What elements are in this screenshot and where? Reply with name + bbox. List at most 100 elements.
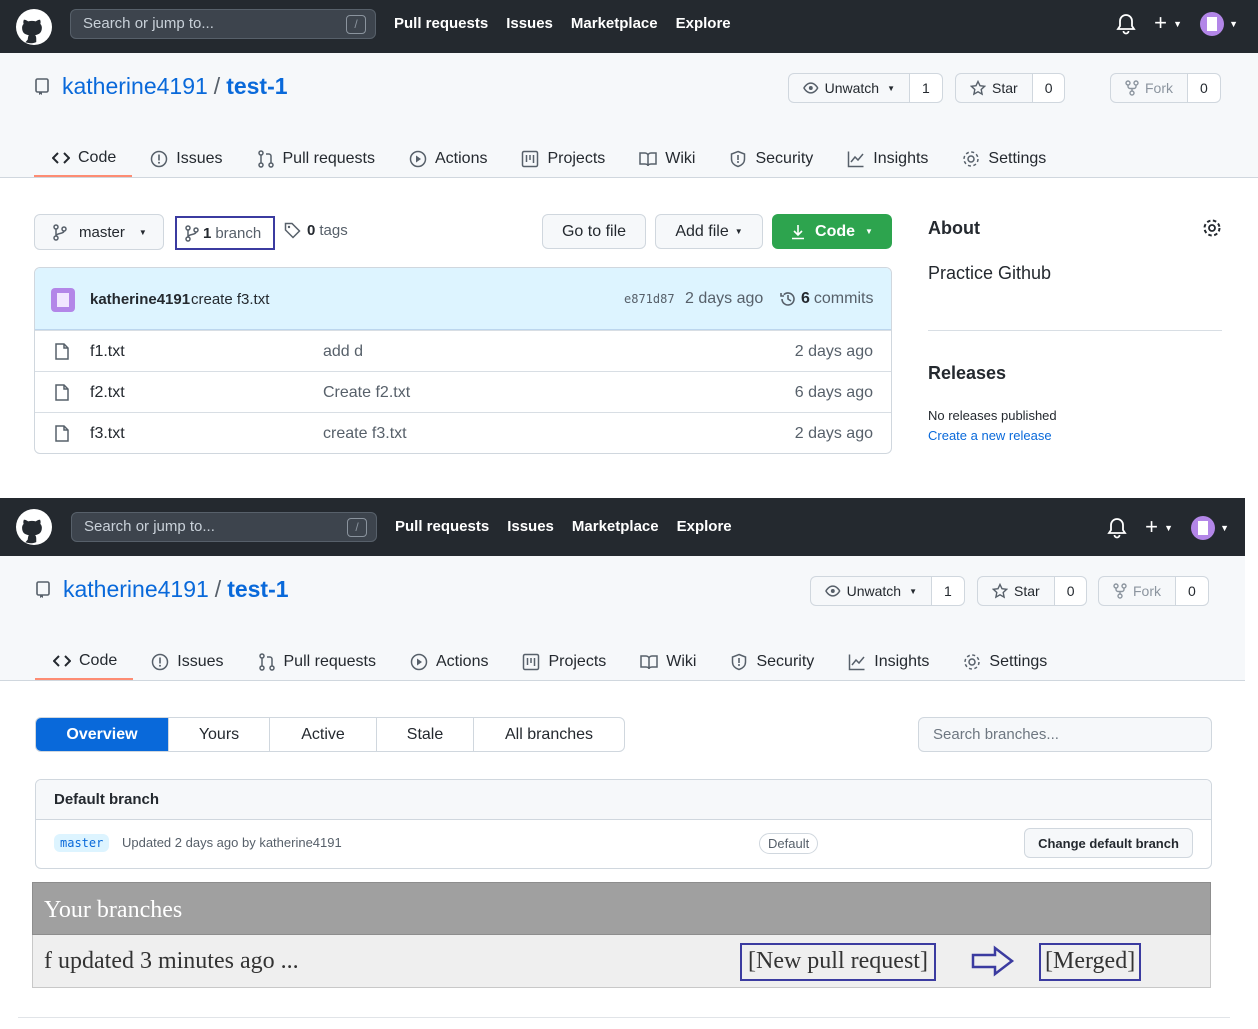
repo-name-link[interactable]: test-1 [226, 73, 287, 100]
tab-pull-requests[interactable]: Pull requests [239, 141, 392, 177]
subnav-yours[interactable]: Yours [168, 718, 269, 751]
no-releases-text: No releases published [928, 408, 1057, 423]
commit-count: 6 [801, 290, 810, 307]
nav-marketplace[interactable]: Marketplace [572, 518, 659, 535]
new-pull-request-button[interactable]: [New pull request] [740, 943, 936, 981]
releases-heading[interactable]: Releases [928, 363, 1006, 384]
chevron-down-icon[interactable]: ▼ [1229, 19, 1238, 29]
avatar[interactable] [1191, 516, 1216, 540]
tab-security[interactable]: Security [711, 141, 829, 177]
nav-pull-requests[interactable]: Pull requests [395, 518, 489, 535]
unwatch-button[interactable]: Unwatch ▼ [788, 73, 910, 103]
branch-select-button[interactable]: master ▼ [34, 214, 164, 250]
nav-issues[interactable]: Issues [507, 518, 554, 535]
fork-button[interactable]: Fork [1110, 73, 1188, 103]
tab-wiki[interactable]: Wiki [621, 141, 711, 177]
add-file-button[interactable]: Add file ▼ [655, 214, 763, 249]
chevron-down-icon: ▼ [909, 586, 917, 596]
gear-icon[interactable] [1202, 218, 1222, 238]
default-branch-box: Default branch master Updated 2 days ago… [35, 779, 1212, 869]
tab-projects[interactable]: Projects [504, 644, 622, 680]
tab-issues[interactable]: Issues [133, 644, 239, 680]
subnav-active[interactable]: Active [269, 718, 376, 751]
bell-icon[interactable] [1116, 13, 1136, 35]
commits-link[interactable]: 6 commits [779, 290, 873, 308]
commit-author[interactable]: katherine4191 [90, 291, 190, 308]
create-release-link[interactable]: Create a new release [928, 428, 1052, 443]
tab-issues[interactable]: Issues [132, 141, 238, 177]
file-commit-message[interactable]: Create f2.txt [323, 384, 410, 402]
plus-icon[interactable]: + ▼ [1145, 516, 1173, 539]
nav-pull-requests[interactable]: Pull requests [394, 15, 488, 32]
file-name[interactable]: f1.txt [90, 343, 125, 361]
branches-link[interactable]: 1 branch [175, 216, 275, 250]
nav-marketplace[interactable]: Marketplace [571, 15, 658, 32]
repo-name-link[interactable]: test-1 [227, 576, 288, 603]
issue-icon [151, 150, 168, 168]
tab-insights[interactable]: Insights [830, 644, 945, 680]
code-dropdown-button[interactable]: Code ▼ [772, 214, 892, 249]
tab-insights-label: Insights [874, 653, 930, 670]
change-default-branch-button[interactable]: Change default branch [1024, 828, 1193, 858]
download-icon [792, 224, 805, 239]
unwatch-button[interactable]: Unwatch ▼ [810, 576, 932, 606]
search-input[interactable]: Search or jump to... / [70, 9, 376, 39]
star-count[interactable]: 0 [1032, 73, 1066, 103]
file-commit-message[interactable]: create f3.txt [323, 425, 407, 443]
fork-count[interactable]: 0 [1188, 73, 1221, 103]
nav-issues[interactable]: Issues [506, 15, 553, 32]
github-logo-icon[interactable] [16, 9, 52, 45]
tab-security[interactable]: Security [712, 644, 830, 680]
bell-icon[interactable] [1107, 517, 1127, 539]
star-button[interactable]: Star [955, 73, 1033, 103]
search-placeholder: Search or jump to... [83, 15, 214, 32]
merged-status: [Merged] [1039, 943, 1142, 981]
watch-count[interactable]: 1 [932, 576, 965, 606]
fork-button[interactable]: Fork [1098, 576, 1176, 606]
branch-search-input[interactable]: Search branches... [918, 717, 1212, 752]
avatar[interactable] [1200, 12, 1225, 36]
tab-settings[interactable]: Settings [945, 644, 1063, 680]
tab-settings[interactable]: Settings [944, 141, 1062, 177]
plus-icon[interactable]: + ▼ [1154, 12, 1182, 35]
star-button[interactable]: Star [977, 576, 1055, 606]
header-actions: + ▼ ▼ [1107, 516, 1229, 540]
tab-actions[interactable]: Actions [392, 644, 504, 680]
file-commit-message[interactable]: add d [323, 343, 363, 361]
tab-actions[interactable]: Actions [391, 141, 503, 177]
tab-code[interactable]: Code [35, 644, 134, 680]
repo-owner-link[interactable]: katherine4191 [62, 73, 208, 100]
subnav-stale[interactable]: Stale [376, 718, 473, 751]
tab-wiki[interactable]: Wiki [622, 644, 712, 680]
subnav-overview[interactable]: Overview [36, 718, 168, 751]
tags-link[interactable]: 0 tags [284, 222, 348, 239]
search-input[interactable]: Search or jump to... / [71, 512, 377, 542]
commit-message[interactable]: create f3.txt [191, 291, 269, 308]
repo-separator: / [214, 576, 222, 602]
tab-projects[interactable]: Projects [503, 141, 621, 177]
graph-icon [849, 654, 865, 671]
watch-count[interactable]: 1 [910, 73, 943, 103]
file-name[interactable]: f2.txt [90, 384, 125, 402]
branch-name: master [79, 223, 125, 241]
chevron-down-icon[interactable]: ▼ [1220, 523, 1229, 533]
commit-sha[interactable]: e871d87 [624, 292, 675, 306]
tab-pull-requests[interactable]: Pull requests [240, 644, 393, 680]
book-icon [640, 655, 659, 670]
github-logo-icon[interactable] [16, 509, 52, 545]
tab-insights[interactable]: Insights [829, 141, 944, 177]
fork-count[interactable]: 0 [1176, 576, 1209, 606]
nav-explore[interactable]: Explore [677, 518, 732, 535]
go-to-file-button[interactable]: Go to file [542, 214, 646, 249]
tab-code[interactable]: Code [34, 141, 133, 177]
tab-issues-label: Issues [176, 150, 223, 167]
avatar[interactable] [51, 288, 75, 312]
subnav-all-branches[interactable]: All branches [473, 718, 624, 751]
nav-explore[interactable]: Explore [676, 15, 731, 32]
branch-chip[interactable]: master [54, 834, 110, 852]
branch-row-text[interactable]: f updated 3 minutes ago ... [44, 948, 299, 975]
repo-icon [35, 77, 49, 95]
file-name[interactable]: f3.txt [90, 425, 125, 443]
star-count[interactable]: 0 [1054, 576, 1088, 606]
repo-owner-link[interactable]: katherine4191 [63, 576, 209, 603]
